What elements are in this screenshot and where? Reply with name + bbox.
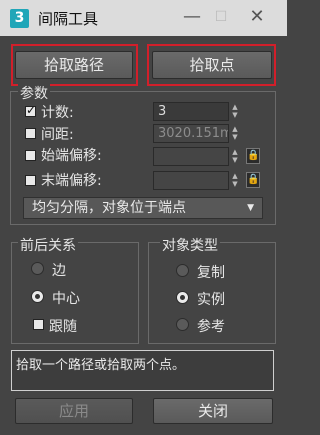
start-offset-spinner-icon[interactable]: ▲ ▼ xyxy=(230,148,240,165)
follow-label: 跟随 xyxy=(49,319,77,335)
end-offset-label: 末端偏移: xyxy=(41,173,102,189)
start-offset-label: 始端偏移: xyxy=(41,148,102,164)
relationship-title: 前后关系 xyxy=(18,235,78,255)
title-bar[interactable]: 3 间隔工具 — ☐ ✕ xyxy=(0,0,287,36)
apply-button[interactable]: 应用 xyxy=(15,398,133,424)
count-spinner-icon[interactable]: ▲ ▼ xyxy=(230,103,240,120)
spacing-label: 间距: xyxy=(41,127,74,143)
chevron-down-icon: ▼ xyxy=(247,203,254,213)
edges-label: 边 xyxy=(52,263,66,279)
reference-radio[interactable] xyxy=(176,318,189,331)
end-offset-input[interactable] xyxy=(153,171,229,190)
start-offset-checkbox[interactable] xyxy=(25,150,36,161)
spacing-checkbox[interactable] xyxy=(25,128,36,139)
object-type-title: 对象类型 xyxy=(160,235,220,255)
copy-radio[interactable] xyxy=(176,264,189,277)
instance-label: 实例 xyxy=(197,292,225,308)
count-input[interactable]: 3 xyxy=(153,102,229,121)
app-icon: 3 xyxy=(10,9,29,28)
distribution-selected: 均匀分隔，对象位于端点 xyxy=(32,200,186,216)
close-button[interactable]: 关闭 xyxy=(153,398,273,424)
parameters-title: 参数 xyxy=(18,83,50,103)
pick-path-button[interactable]: 拾取路径 xyxy=(15,51,133,79)
window-title: 间隔工具 xyxy=(38,10,99,28)
distribution-dropdown[interactable]: 均匀分隔，对象位于端点 ▼ xyxy=(23,197,263,219)
count-checkbox[interactable] xyxy=(25,103,36,117)
status-message: 拾取一个路径或拾取两个点。 xyxy=(11,350,274,391)
center-label: 中心 xyxy=(52,291,80,307)
pick-points-button[interactable]: 拾取点 xyxy=(152,51,272,79)
reference-label: 参考 xyxy=(197,319,225,335)
close-icon[interactable]: ✕ xyxy=(244,4,270,30)
instance-radio[interactable] xyxy=(176,291,189,304)
end-offset-spinner-icon[interactable]: ▲ ▼ xyxy=(230,172,240,189)
count-label: 计数: xyxy=(41,105,74,121)
spacing-input[interactable]: 3020.151m xyxy=(153,124,229,143)
end-offset-checkbox[interactable] xyxy=(25,175,36,186)
edges-radio[interactable] xyxy=(31,262,44,275)
copy-label: 复制 xyxy=(197,265,225,281)
follow-checkbox[interactable] xyxy=(33,319,44,330)
center-radio[interactable] xyxy=(31,290,44,303)
maximize-icon: ☐ xyxy=(214,9,228,25)
end-offset-lock-icon[interactable]: 🔒 xyxy=(246,172,260,188)
minimize-icon[interactable]: — xyxy=(179,4,205,30)
start-offset-input[interactable] xyxy=(153,147,229,166)
start-offset-lock-icon[interactable]: 🔒 xyxy=(246,148,260,164)
spacing-spinner-icon[interactable]: ▲ ▼ xyxy=(230,125,240,142)
